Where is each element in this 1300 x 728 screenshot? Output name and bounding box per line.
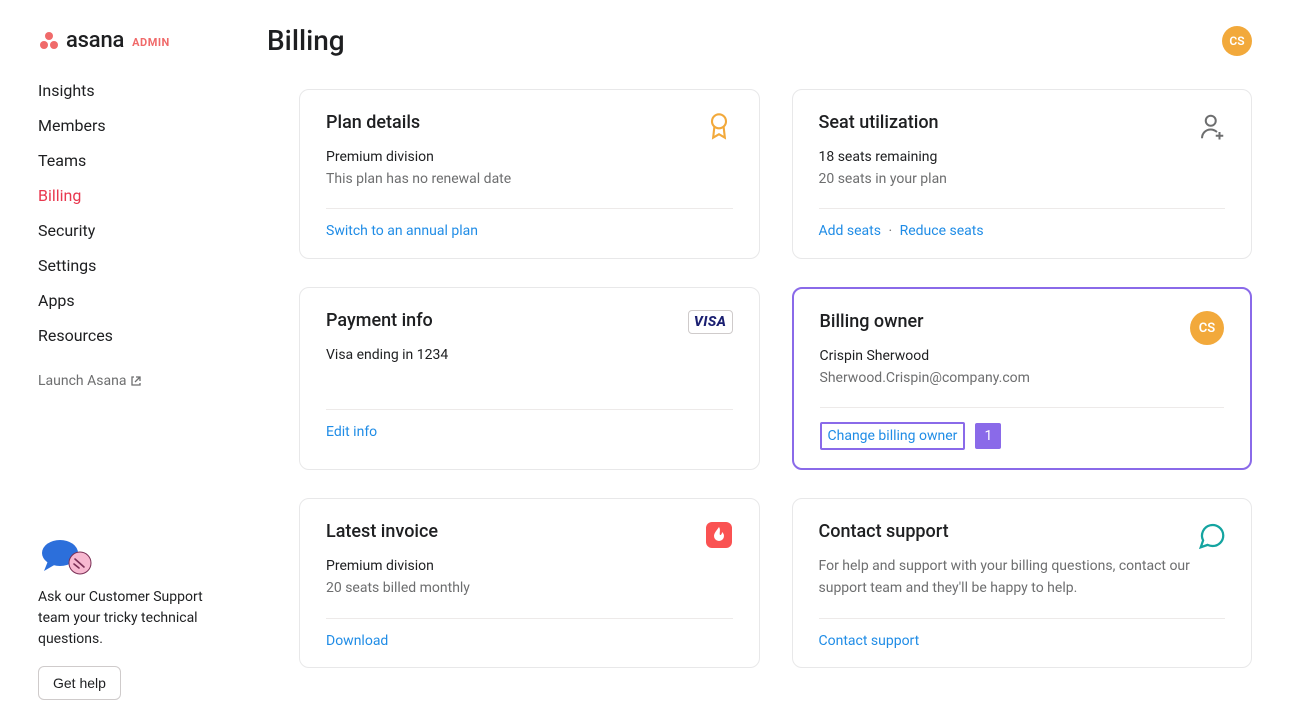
chat-bubble-icon: [1197, 521, 1225, 549]
owner-avatar: CS: [1190, 311, 1224, 345]
owner-email: Sherwood.Crispin@company.com: [820, 368, 1225, 390]
separator: ·: [888, 223, 892, 239]
support-block: Ask our Customer Support team your trick…: [38, 537, 235, 700]
switch-plan-link[interactable]: Switch to an annual plan: [326, 223, 478, 239]
card-title: Plan details: [326, 112, 420, 133]
page-header: Billing CS: [267, 24, 1252, 57]
external-link-icon: [130, 375, 142, 387]
support-body: For help and support with your billing q…: [819, 556, 1226, 599]
billing-grid: Plan details Premium division This plan …: [267, 89, 1252, 668]
download-invoice-link[interactable]: Download: [326, 633, 388, 649]
user-avatar[interactable]: CS: [1222, 26, 1252, 56]
logo-admin-badge: ADMIN: [132, 36, 170, 49]
page-title: Billing: [267, 24, 345, 57]
sidebar-item-settings[interactable]: Settings: [38, 248, 235, 283]
reduce-seats-link[interactable]: Reduce seats: [900, 223, 984, 239]
sidebar-item-insights[interactable]: Insights: [38, 73, 235, 108]
card-title: Payment info: [326, 310, 433, 331]
launch-asana-link[interactable]: Launch Asana: [38, 373, 235, 389]
ribbon-icon: [705, 112, 733, 140]
card-plan-details: Plan details Premium division This plan …: [299, 89, 760, 259]
card-contact-support: Contact support For help and support wit…: [792, 498, 1253, 668]
pdf-icon: [705, 521, 733, 549]
sidebar-item-apps[interactable]: Apps: [38, 283, 235, 318]
card-latest-invoice: Latest invoice Premium division 20 seats…: [299, 498, 760, 668]
get-help-button[interactable]: Get help: [38, 666, 121, 700]
person-add-icon: [1197, 112, 1225, 140]
card-title: Billing owner: [820, 311, 924, 332]
logo: asana ADMIN: [38, 28, 235, 53]
sidebar: asana ADMIN Insights Members Teams Billi…: [0, 0, 235, 728]
payment-card-summary: Visa ending in 1234: [326, 345, 733, 367]
main-content: Billing CS Plan details Premium division: [235, 0, 1300, 728]
seats-remaining: 18 seats remaining: [819, 147, 1226, 169]
plan-name: Premium division: [326, 147, 733, 169]
card-payment-info: Payment info VISA Visa ending in 1234 Ed…: [299, 287, 760, 470]
plan-renewal: This plan has no renewal date: [326, 169, 733, 191]
edit-payment-link[interactable]: Edit info: [326, 424, 377, 440]
support-chat-icon: [38, 537, 92, 573]
sidebar-item-security[interactable]: Security: [38, 213, 235, 248]
contact-support-link[interactable]: Contact support: [819, 633, 920, 649]
visa-badge-icon: VISA: [688, 310, 733, 334]
support-text: Ask our Customer Support team your trick…: [38, 587, 205, 650]
invoice-plan: Premium division: [326, 556, 733, 578]
add-seats-link[interactable]: Add seats: [819, 223, 881, 239]
card-title: Contact support: [819, 521, 949, 542]
logo-mark-icon: [38, 30, 60, 52]
launch-asana-label: Launch Asana: [38, 373, 126, 389]
sidebar-item-teams[interactable]: Teams: [38, 143, 235, 178]
sidebar-item-billing[interactable]: Billing: [38, 178, 235, 213]
step-badge: 1: [975, 423, 1001, 449]
card-title: Latest invoice: [326, 521, 438, 542]
sidebar-nav: Insights Members Teams Billing Security …: [38, 73, 235, 353]
owner-name: Crispin Sherwood: [820, 346, 1225, 368]
sidebar-item-resources[interactable]: Resources: [38, 318, 235, 353]
card-seat-utilization: Seat utilization 18 seats remaining 20 s…: [792, 89, 1253, 259]
card-billing-owner: Billing owner CS Crispin Sherwood Sherwo…: [792, 287, 1253, 470]
card-title: Seat utilization: [819, 112, 939, 133]
sidebar-item-members[interactable]: Members: [38, 108, 235, 143]
logo-text: asana: [66, 28, 124, 53]
change-billing-owner-link[interactable]: Change billing owner: [820, 422, 966, 450]
seats-total: 20 seats in your plan: [819, 169, 1226, 191]
invoice-seats: 20 seats billed monthly: [326, 578, 733, 600]
